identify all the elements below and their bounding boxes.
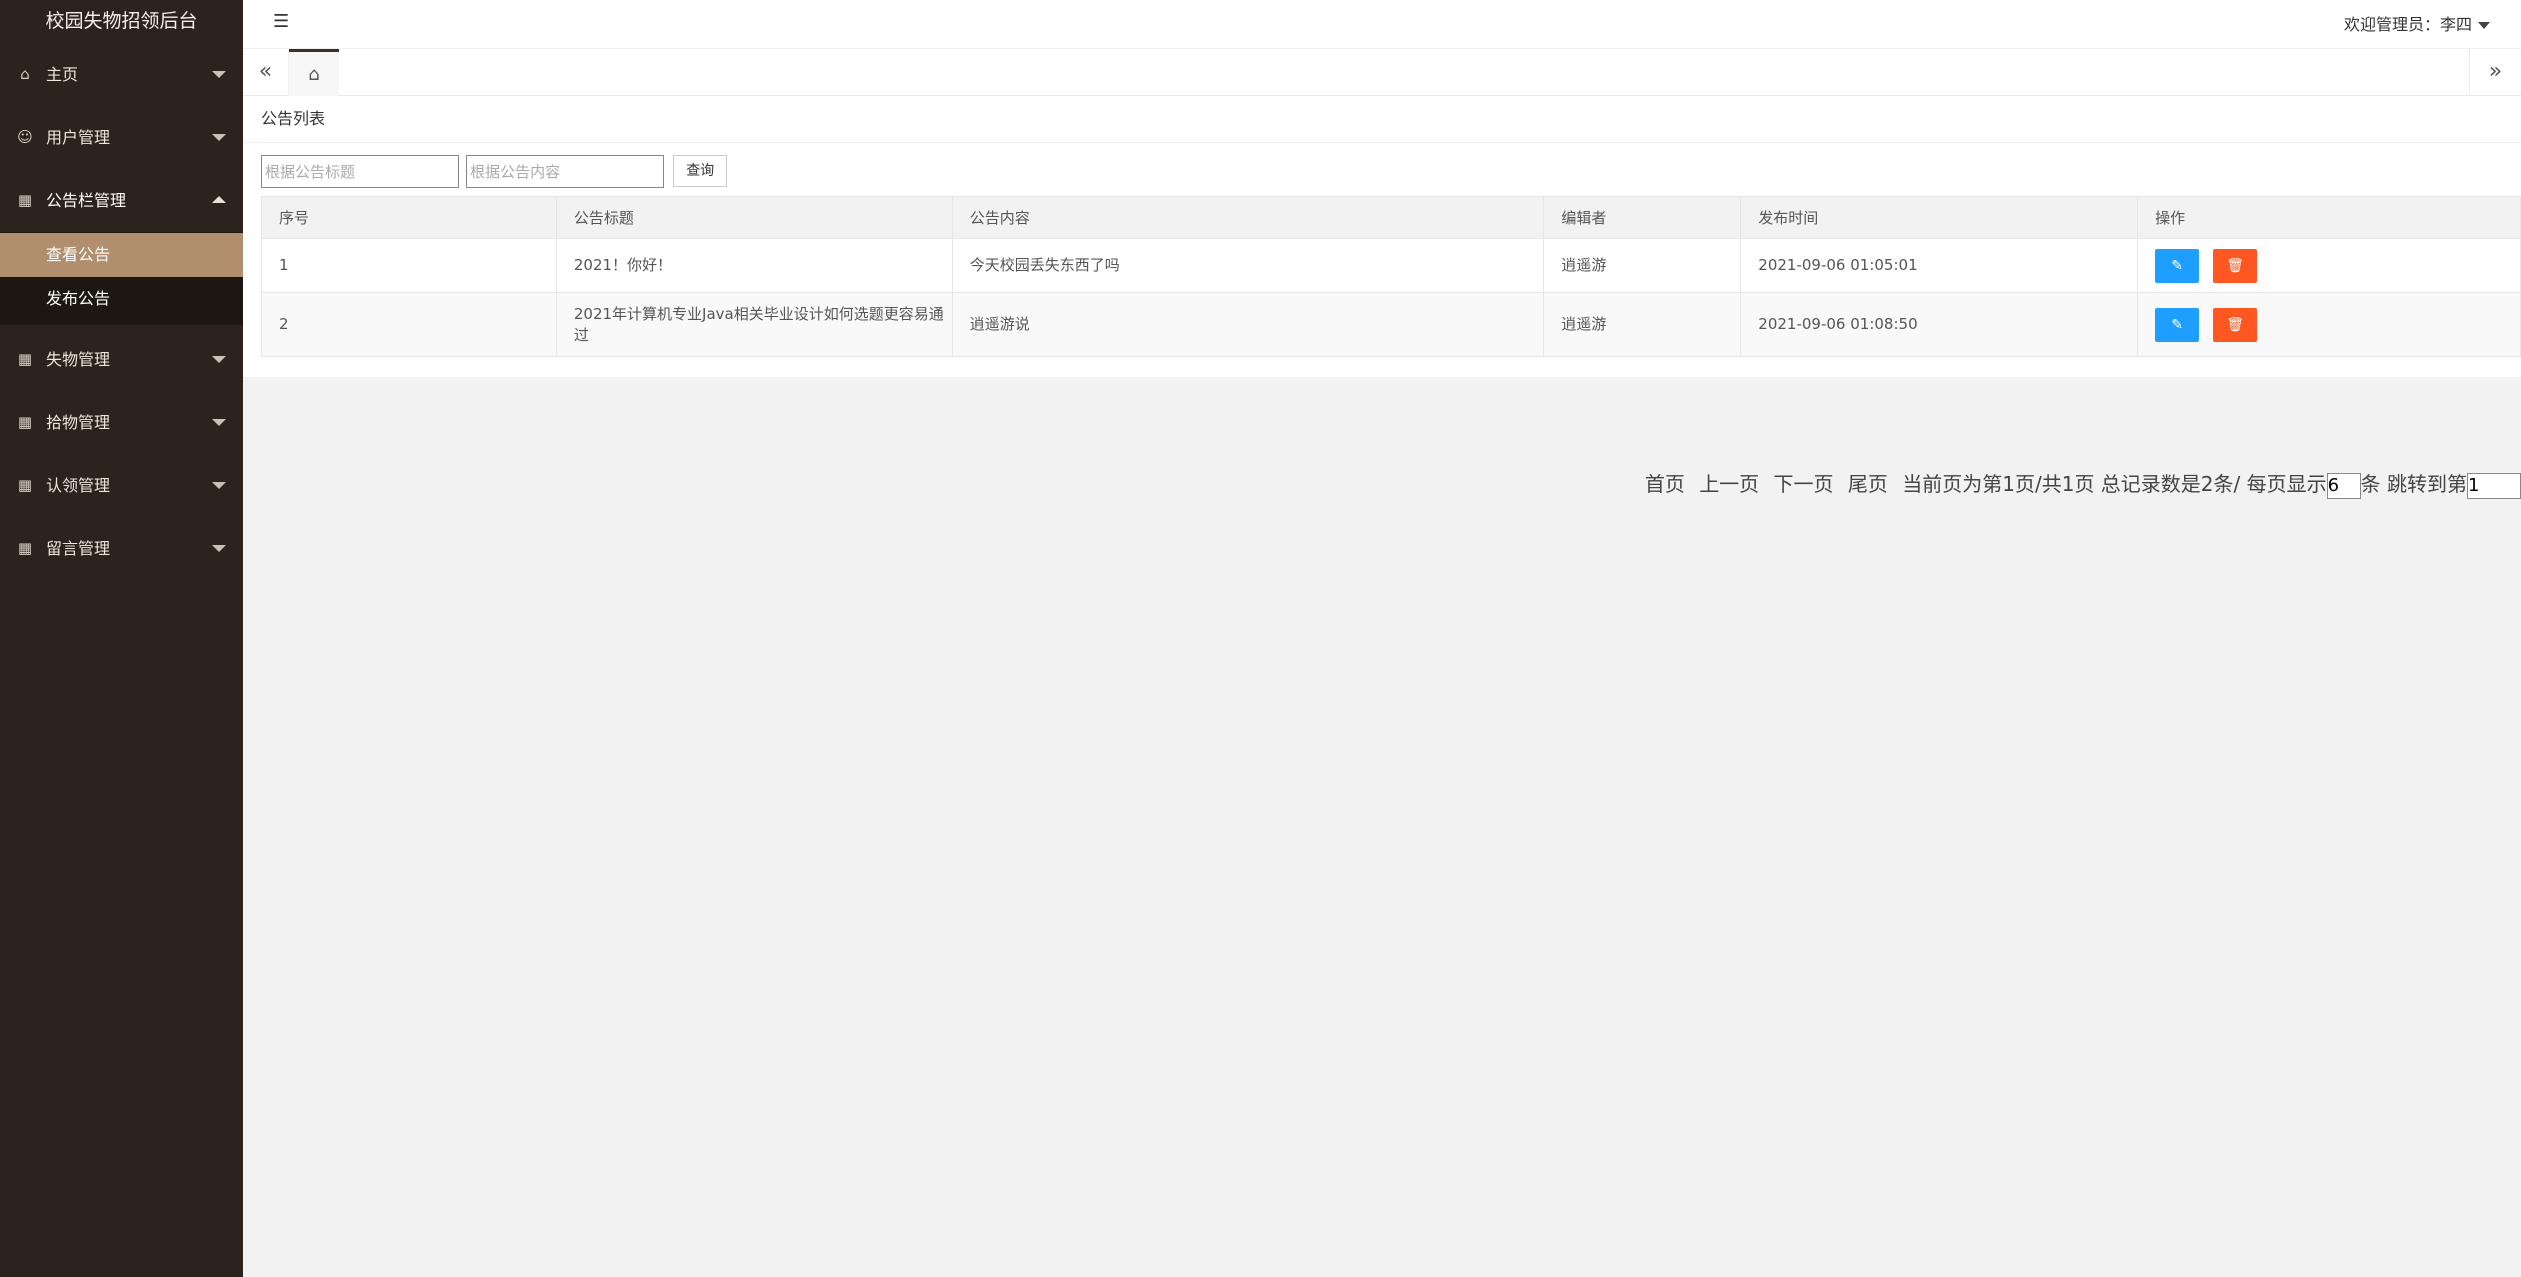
sidebar-item-label: 留言管理 (46, 539, 111, 558)
notice-submenu: 查看公告 发布公告 (0, 232, 243, 325)
sidebar-item-label: 公告栏管理 (46, 191, 127, 210)
sidebar: 校园失物招领后台 ⌂ 主页 ☺ 用户管理 ▦ 公告栏管理 查看公告 发布公告 ▦… (0, 0, 243, 1277)
submenu-item-publish-notice[interactable]: 发布公告 (0, 277, 243, 321)
home-icon: ⌂ (20, 65, 30, 83)
chevron-down-icon (212, 482, 226, 489)
sidebar-item-label: 认领管理 (46, 476, 111, 495)
query-button[interactable]: 查询 (673, 155, 728, 187)
page-size-input[interactable] (2326, 472, 2361, 499)
caret-down-icon (2478, 22, 2490, 29)
top-header: ☰ 欢迎管理员：李四 (243, 0, 2521, 49)
pencil-icon: ✎ (2171, 257, 2183, 274)
delete-button[interactable]: 🗑 (2213, 307, 2258, 342)
user-icon: ☺ (17, 128, 33, 146)
cell-no: 1 (261, 238, 557, 293)
page-info: 当前页为第1页/共1页 总记录数是2条/ 每页显示 (1902, 472, 2327, 496)
page-size-unit: 条 (2360, 472, 2381, 496)
cell-title: 2021！你好！ (555, 238, 953, 293)
tab-bar: « ⌂ » (243, 49, 2521, 96)
sidebar-item-claim[interactable]: ▦ 认领管理 (0, 454, 243, 517)
column-header: 序号 (261, 196, 557, 239)
column-header: 操作 (2137, 196, 2521, 239)
calendar-icon: ▦ (17, 413, 33, 431)
goto-label: 跳转到第 (2387, 472, 2467, 496)
admin-welcome-menu[interactable]: 欢迎管理员：李四 (2344, 11, 2490, 35)
sidebar-item-lost[interactable]: ▦ 失物管理 (0, 328, 243, 391)
sidebar-item-label: 拾物管理 (46, 413, 111, 432)
prev-page-link[interactable]: 上一页 (1699, 472, 1759, 496)
cell-time: 2021-09-06 01:08:50 (1740, 292, 2139, 357)
sidebar-item-home[interactable]: ⌂ 主页 (0, 43, 243, 106)
tab-home[interactable]: ⌂ (289, 49, 339, 96)
chevron-down-icon (212, 71, 226, 78)
calendar-icon: ▦ (17, 539, 33, 557)
chevron-down-icon (212, 134, 226, 141)
pencil-icon: ✎ (2171, 316, 2183, 333)
home-icon: ⌂ (308, 64, 320, 85)
chevron-up-icon (212, 196, 226, 203)
notice-list-card: 公告列表 查询 序号 公告标题 公告内容 编辑者 发布时间 操作 1 2021！… (243, 96, 2521, 499)
cell-editor: 逍遥游 (1543, 238, 1742, 293)
cell-content: 今天校园丢失东西了吗 (951, 238, 1545, 293)
cell-no: 2 (261, 292, 557, 357)
submenu-item-view-notice[interactable]: 查看公告 (0, 233, 243, 277)
trash-icon: 🗑 (2226, 257, 2245, 274)
sidebar-item-label: 主页 (46, 65, 79, 84)
sidebar-item-label: 失物管理 (46, 350, 111, 369)
column-header: 公告内容 (951, 196, 1545, 239)
sidebar-item-found[interactable]: ▦ 拾物管理 (0, 391, 243, 454)
calendar-icon: ▦ (17, 476, 33, 494)
cell-editor: 逍遥游 (1543, 292, 1742, 357)
sidebar-item-label: 用户管理 (46, 128, 111, 147)
sidebar-item-notice[interactable]: ▦ 公告栏管理 (0, 169, 243, 232)
next-page-link[interactable]: 下一页 (1774, 472, 1834, 496)
column-header: 公告标题 (555, 196, 953, 239)
menu-toggle-icon[interactable]: ☰ (273, 11, 289, 32)
tab-scroll-left-icon[interactable]: « (243, 49, 289, 96)
sidebar-item-message[interactable]: ▦ 留言管理 (0, 517, 243, 580)
cell-title: 2021年计算机专业Java相关毕业设计如何选题更容易通过 (555, 292, 953, 357)
delete-button[interactable]: 🗑 (2213, 248, 2258, 283)
app-logo: 校园失物招领后台 (45, 10, 198, 32)
tab-scroll-right-icon[interactable]: » (2469, 49, 2521, 96)
search-bar: 查询 (261, 155, 728, 188)
card-title: 公告列表 (243, 96, 2521, 143)
goto-page-input[interactable] (2467, 472, 2521, 499)
column-header: 编辑者 (1543, 196, 1742, 239)
table-row: 2 2021年计算机专业Java相关毕业设计如何选题更容易通过 逍遥游说 逍遥游… (261, 292, 2521, 357)
table-header-row: 序号 公告标题 公告内容 编辑者 发布时间 操作 (261, 196, 2521, 239)
edit-button[interactable]: ✎ (2155, 248, 2200, 283)
chevron-down-icon (212, 545, 226, 552)
calendar-icon: ▦ (17, 191, 33, 209)
notice-table: 序号 公告标题 公告内容 编辑者 发布时间 操作 1 2021！你好！ 今天校园… (261, 196, 2521, 357)
column-header: 发布时间 (1740, 196, 2139, 239)
chevron-down-icon (212, 419, 226, 426)
cell-content: 逍遥游说 (951, 292, 1545, 357)
cell-actions: ✎ 🗑 (2137, 238, 2521, 293)
content-search-input[interactable] (466, 155, 665, 188)
title-search-input[interactable] (261, 155, 459, 188)
edit-button[interactable]: ✎ (2155, 307, 2200, 342)
last-page-link[interactable]: 尾页 (1848, 472, 1888, 496)
trash-icon: 🗑 (2226, 316, 2245, 333)
pagination: 首页 上一页 下一页 尾页 当前页为第1页/共1页 总记录数是2条/ 每页显示 条… (1645, 468, 2521, 499)
cell-time: 2021-09-06 01:05:01 (1740, 238, 2139, 293)
cell-actions: ✎ 🗑 (2137, 292, 2521, 357)
chevron-down-icon (212, 356, 226, 363)
first-page-link[interactable]: 首页 (1645, 472, 1685, 496)
welcome-text: 欢迎管理员：李四 (2343, 15, 2472, 34)
calendar-icon: ▦ (17, 350, 33, 368)
table-row: 1 2021！你好！ 今天校园丢失东西了吗 逍遥游 2021-09-06 01:… (261, 238, 2521, 293)
sidebar-item-users[interactable]: ☺ 用户管理 (0, 106, 243, 169)
